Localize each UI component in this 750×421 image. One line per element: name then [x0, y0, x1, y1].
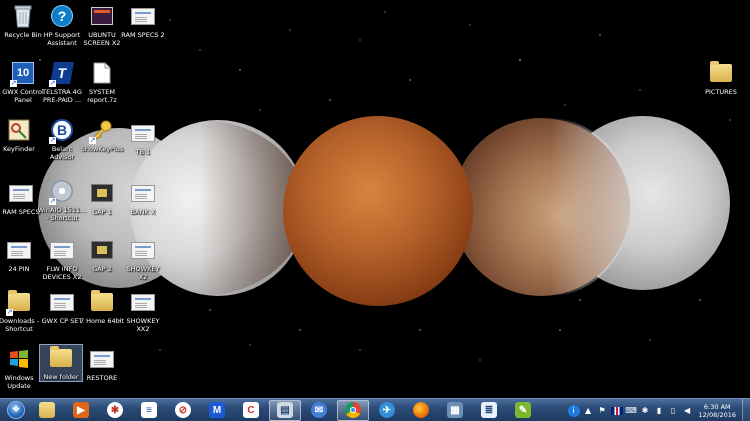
ram-specs-2-thumbnail-icon [130, 3, 156, 29]
bank-x-thumbnail-icon [130, 180, 156, 206]
pictures-label: PICTURES [705, 88, 737, 96]
recycle-bin-icon [10, 3, 36, 29]
taskbar-firefox[interactable] [405, 400, 437, 421]
keyfinder-icon [6, 117, 32, 143]
vmware-icon: ▦ [447, 402, 463, 418]
desktop-icon-windows-update[interactable]: Windows Update [0, 346, 45, 390]
moon-phase-4 [452, 118, 630, 296]
windows-logo-icon: ❖ [7, 401, 25, 419]
taskbar-ccleaner[interactable]: C [235, 400, 267, 421]
globe-icon: ✈ [379, 402, 395, 418]
start-button[interactable]: ❖ [3, 399, 29, 421]
document-icon: ≡ [141, 402, 157, 418]
gap-2-thumbnail-icon [89, 237, 115, 263]
tb-1-label: TB 1 [135, 148, 151, 156]
keyboard-icon[interactable]: ⌨ [625, 405, 637, 416]
windows-update-icon [6, 346, 32, 372]
volume-icon[interactable]: ◀ [682, 405, 693, 416]
folder-icon [48, 345, 74, 371]
windows-update-label: Windows Update [4, 374, 34, 390]
ram-specs-thumbnail-icon [8, 180, 34, 206]
bluetooth-icon[interactable]: ✱ [640, 405, 651, 416]
taskbar-media-player[interactable]: ▶ [65, 400, 97, 421]
taskbar-thunderbird[interactable]: ✉ [303, 400, 335, 421]
taskbar: ❖ ▶ ✱ ≡ ⊘ M C ▤ ✉ ✈ ▦ ≣ ✎ i ▲ ⚑ ⌨ ✱ ▮ ▯ … [0, 398, 750, 421]
desktop-icon-tb-1[interactable]: TB 1 [117, 120, 169, 156]
taskbar-malwarebytes[interactable]: M [201, 400, 233, 421]
taskbar-file-manager[interactable]: ▤ [269, 399, 301, 421]
desktop-icon-bank-x[interactable]: BANK X [117, 180, 169, 216]
question-mark-icon: ? [49, 3, 75, 29]
clock[interactable]: 6:30 AM 12/08/2016 [699, 403, 736, 419]
notepad-icon: ≣ [481, 402, 497, 418]
network-signal-icon[interactable]: ▮ [654, 405, 665, 416]
show-desktop-button[interactable] [742, 399, 750, 421]
ram-specs-2-label: RAM SPECS 2 [121, 31, 165, 39]
desktop[interactable]: Recycle Bin 10 GWX Control Panel KeyFind… [0, 0, 750, 398]
file-manager-icon: ▤ [277, 402, 293, 418]
language-flag-icon[interactable] [610, 406, 623, 415]
taskbar-notepad[interactable]: ≣ [473, 400, 505, 421]
desktop-icon-pictures[interactable]: PICTURES [695, 60, 747, 96]
desktop-icon-system-report[interactable]: SYSTEM report.7z [76, 60, 128, 104]
folder-icon [708, 60, 734, 86]
disc-icon [49, 178, 75, 205]
bank-x-label: BANK X [130, 208, 156, 216]
action-center-icon[interactable]: ⚑ [597, 405, 608, 416]
media-player-icon: ▶ [73, 402, 89, 418]
restore-thumbnail-icon [89, 346, 115, 372]
file-icon [89, 60, 115, 86]
system-report-label: SYSTEM report.7z [87, 88, 117, 104]
malwarebytes-icon: M [209, 402, 225, 418]
restore-label: RESTORE [86, 374, 118, 382]
chrome-icon [345, 402, 361, 418]
power-icon[interactable]: ▯ [668, 405, 679, 416]
thunderbird-icon: ✉ [311, 402, 327, 418]
desktop-icon-restore[interactable]: RESTORE [76, 346, 128, 382]
taskbar-network[interactable]: ✈ [371, 400, 403, 421]
24-pin-thumbnail-icon [6, 237, 32, 263]
taskbar-wolfram[interactable]: ✱ [99, 400, 131, 421]
info-icon[interactable]: i [567, 404, 580, 417]
firefox-icon [413, 402, 429, 418]
flw-info-thumbnail-icon [49, 237, 75, 263]
show-hidden-icons-icon[interactable]: ▲ [583, 405, 594, 416]
taskbar-paint[interactable]: ✎ [507, 400, 539, 421]
telstra-icon: T [49, 60, 75, 87]
wolfram-icon: ✱ [107, 402, 123, 418]
clock-time: 6:30 AM [703, 402, 731, 411]
folder-icon [6, 289, 32, 316]
key-icon [89, 117, 115, 144]
showkey-xx2-thumbnail-icon [130, 289, 156, 315]
paint-icon: ✎ [515, 402, 531, 418]
folder-icon [89, 289, 115, 315]
showkey-xx2-label: SHOWKEY XX2 [126, 317, 160, 333]
taskbar-document[interactable]: ≡ [133, 400, 165, 421]
moon-phase-3-blood-moon [283, 116, 473, 306]
folder-icon [39, 402, 55, 418]
no-entry-icon: ⊘ [175, 402, 191, 418]
clock-date: 12/08/2016 [698, 410, 736, 419]
system-tray: i ▲ ⚑ ⌨ ✱ ▮ ▯ ◀ 6:30 AM 12/08/2016 [565, 399, 750, 421]
gap-1-thumbnail-icon [89, 180, 115, 206]
desktop-icon-ram-specs-2[interactable]: RAM SPECS 2 [117, 3, 169, 39]
gwx-icon: 10 [10, 60, 36, 87]
showkey-x2-thumbnail-icon [130, 237, 156, 263]
gwx-cp-set-thumbnail-icon [49, 289, 75, 315]
desktop-icon-showkey-xx2[interactable]: SHOWKEY XX2 [117, 289, 169, 333]
ccleaner-icon: C [243, 402, 259, 418]
showkey-x2-label: SHOWKEY X2 [126, 265, 160, 281]
taskbar-vmware[interactable]: ▦ [439, 400, 471, 421]
taskbar-windows-explorer[interactable] [31, 400, 63, 421]
belarc-icon: B [49, 117, 75, 144]
taskbar-chrome[interactable] [337, 399, 369, 421]
desktop-icon-showkey-x2[interactable]: SHOWKEY X2 [117, 237, 169, 281]
taskbar-no-entry[interactable]: ⊘ [167, 400, 199, 421]
image-thumbnail-icon [89, 3, 115, 29]
tb-1-thumbnail-icon [130, 120, 156, 146]
